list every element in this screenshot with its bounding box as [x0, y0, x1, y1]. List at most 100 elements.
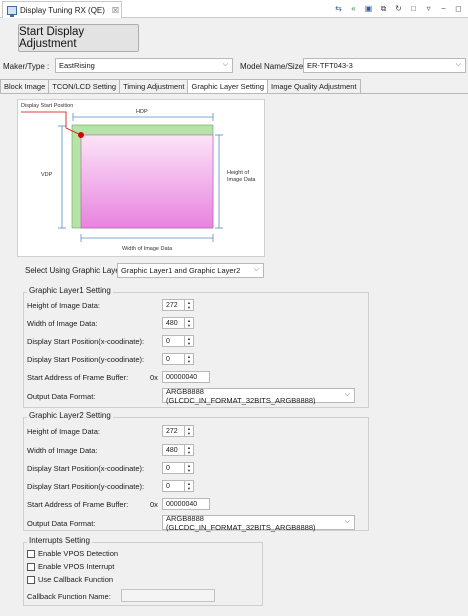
layer2-y-stepper[interactable]: 0 ▲ ▼ [162, 480, 194, 492]
chevron-down-icon: ⌵ [344, 518, 350, 525]
width-of-image-data-label: Width of Image Data [122, 246, 173, 252]
tab-timing-adjustment[interactable]: Timing Adjustment [120, 79, 189, 93]
height-of-image-data-label: Height of Image Data [227, 170, 256, 183]
select-layer-value: Graphic Layer1 and Graphic Layer2 [121, 266, 241, 275]
layer2-y-value: 0 [166, 482, 170, 490]
layer1-address-prefix: 0x [150, 373, 158, 382]
layer1-format-label: Output Data Format: [27, 392, 96, 401]
spinner-arrows-icon[interactable]: ▲ ▼ [184, 463, 193, 473]
chevron-down-icon: ⌵ [455, 61, 461, 68]
layer1-height-value: 272 [166, 301, 178, 309]
layer2-height-stepper[interactable]: 272 ▲ ▼ [162, 425, 194, 437]
layer1-format-select[interactable]: ARGB8888 (GLCDC_IN_FORMAT_32BITS_ARGB888… [162, 386, 355, 405]
layer1-x-value: 0 [166, 337, 170, 345]
minimize-icon[interactable]: − [438, 3, 449, 14]
layer1-address-label: Start Address of Frame Buffer: [27, 373, 129, 382]
close-icon[interactable]: ☒ [112, 6, 119, 15]
redo-icon[interactable]: ↻ [393, 3, 404, 14]
maker-select[interactable]: EastRising ⌵ [55, 58, 233, 73]
checkbox-icon[interactable] [27, 562, 35, 571]
vpos-detection-checkbox[interactable]: Enable VPOS Detection [27, 549, 118, 558]
layer2-address-prefix: 0x [150, 500, 158, 509]
sync-icon[interactable]: ⇆ [333, 3, 344, 14]
layer2-address-input[interactable]: 00000040 [162, 498, 210, 510]
layer2-format-select[interactable]: ARGB8888 (GLCDC_IN_FORMAT_32BITS_ARGB888… [162, 513, 355, 532]
tab-bar: Block Image TCON/LCD Setting Timing Adju… [0, 79, 361, 93]
spinner-arrows-icon[interactable]: ▲ ▼ [184, 426, 193, 436]
layer2-x-stepper[interactable]: 0 ▲ ▼ [162, 462, 194, 474]
maximize-icon[interactable]: ◻ [453, 3, 464, 14]
vdp-label: VDP [41, 172, 53, 178]
chevron-down-icon: ⌵ [344, 391, 350, 398]
view-header: Display Tuning RX (QE) ☒ ⇆ « ▣ ⧉ ↻ □ ▿ −… [0, 0, 468, 18]
view-menu-icon[interactable]: ▿ [423, 3, 434, 14]
layer2-address-label: Start Address of Frame Buffer: [27, 500, 129, 509]
start-display-adjustment-button[interactable]: Start Display Adjustment [18, 24, 139, 52]
tab-divider [0, 93, 468, 94]
spinner-arrows-icon[interactable]: ▲ ▼ [184, 354, 193, 364]
layer1-x-stepper[interactable]: 0 ▲ ▼ [162, 335, 194, 347]
start-position-marker [78, 132, 84, 138]
layer2-width-stepper[interactable]: 480 ▲ ▼ [162, 444, 194, 456]
view-toolbar: ⇆ « ▣ ⧉ ↻ □ ▿ − ◻ [333, 3, 464, 14]
chevron-down-icon: ⌵ [253, 266, 259, 273]
hdp-label: HDP [136, 109, 148, 115]
callback-checkbox[interactable]: Use Callback Function [27, 575, 113, 584]
graphic-layer-diagram: Display Start Position HDP VDP Height of… [17, 99, 265, 257]
layer1-width-label: Width of Image Data: [27, 319, 98, 328]
copy-icon[interactable]: ⧉ [378, 3, 389, 14]
spinner-arrows-icon[interactable]: ▲ ▼ [184, 481, 193, 491]
layer1-width-stepper[interactable]: 480 ▲ ▼ [162, 317, 194, 329]
layer2-format-value: ARGB8888 (GLCDC_IN_FORMAT_32BITS_ARGB888… [166, 513, 316, 532]
layer2-height-label: Height of Image Data: [27, 427, 100, 436]
layer1-format-value: ARGB8888 (GLCDC_IN_FORMAT_32BITS_ARGB888… [166, 386, 316, 405]
callback-name-input[interactable] [121, 589, 215, 602]
layer1-height-label: Height of Image Data: [27, 301, 100, 310]
view-tab-title: Display Tuning RX (QE) [20, 5, 105, 15]
tab-image-quality-adjustment[interactable]: Image Quality Adjustment [268, 79, 361, 93]
model-value: ER-TFT043-3 [307, 61, 353, 70]
layer1-y-stepper[interactable]: 0 ▲ ▼ [162, 353, 194, 365]
layer2-height-value: 272 [166, 427, 178, 435]
layer2-x-label: Display Start Position(x-coodinate): [27, 464, 145, 473]
layer1-y-label: Display Start Position(y-coodinate): [27, 355, 145, 364]
tab-tcon-lcd-setting[interactable]: TCON/LCD Setting [49, 79, 121, 93]
display-start-position-label: Display Start Position [21, 103, 74, 109]
select-layer-label: Select Using Graphic Layer: [25, 266, 125, 275]
model-select[interactable]: ER-TFT043-3 ⌵ [303, 58, 466, 73]
checkbox-icon[interactable] [27, 575, 35, 584]
spinner-arrows-icon[interactable]: ▲ ▼ [184, 445, 193, 455]
layer2-format-label: Output Data Format: [27, 519, 96, 528]
layer1-x-label: Display Start Position(x-coodinate): [27, 337, 145, 346]
interrupts-title: Interrupts Setting [27, 536, 92, 545]
graphic-layer1-title: Graphic Layer1 Setting [27, 286, 113, 295]
view-tab[interactable]: Display Tuning RX (QE) ☒ [2, 1, 122, 18]
vpos-interrupt-checkbox[interactable]: Enable VPOS Interrupt [27, 562, 114, 571]
spinner-arrows-icon[interactable]: ▲ ▼ [184, 336, 193, 346]
save-icon[interactable]: ▣ [363, 3, 374, 14]
layer2-y-label: Display Start Position(y-coodinate): [27, 482, 145, 491]
tab-block-image[interactable]: Block Image [0, 79, 50, 93]
layer1-address-input[interactable]: 00000040 [162, 371, 210, 383]
vpos-interrupt-label: Enable VPOS Interrupt [38, 562, 115, 571]
tab-graphic-layer-setting[interactable]: Graphic Layer Setting [188, 79, 269, 93]
layer2-width-value: 480 [166, 446, 178, 454]
monitor-icon [7, 5, 17, 17]
model-label: Model Name/Size : [240, 62, 308, 71]
layer2-x-value: 0 [166, 464, 170, 472]
maker-label: Maker/Type : [3, 62, 50, 71]
chevron-down-icon: ⌵ [222, 61, 228, 68]
spinner-arrows-icon[interactable]: ▲ ▼ [184, 300, 193, 310]
rewind-icon[interactable]: « [348, 3, 359, 14]
vpos-detection-label: Enable VPOS Detection [38, 549, 119, 558]
square-icon[interactable]: □ [408, 3, 419, 14]
layer2-width-label: Width of Image Data: [27, 446, 98, 455]
callback-name-label: Callback Function Name: [27, 592, 111, 601]
select-layer-select[interactable]: Graphic Layer1 and Graphic Layer2 ⌵ [117, 263, 264, 278]
layer1-height-stepper[interactable]: 272 ▲ ▼ [162, 299, 194, 311]
callback-label: Use Callback Function [38, 575, 114, 584]
layer1-y-value: 0 [166, 355, 170, 363]
layer1-width-value: 480 [166, 319, 178, 327]
checkbox-icon[interactable] [27, 549, 35, 558]
spinner-arrows-icon[interactable]: ▲ ▼ [184, 318, 193, 328]
